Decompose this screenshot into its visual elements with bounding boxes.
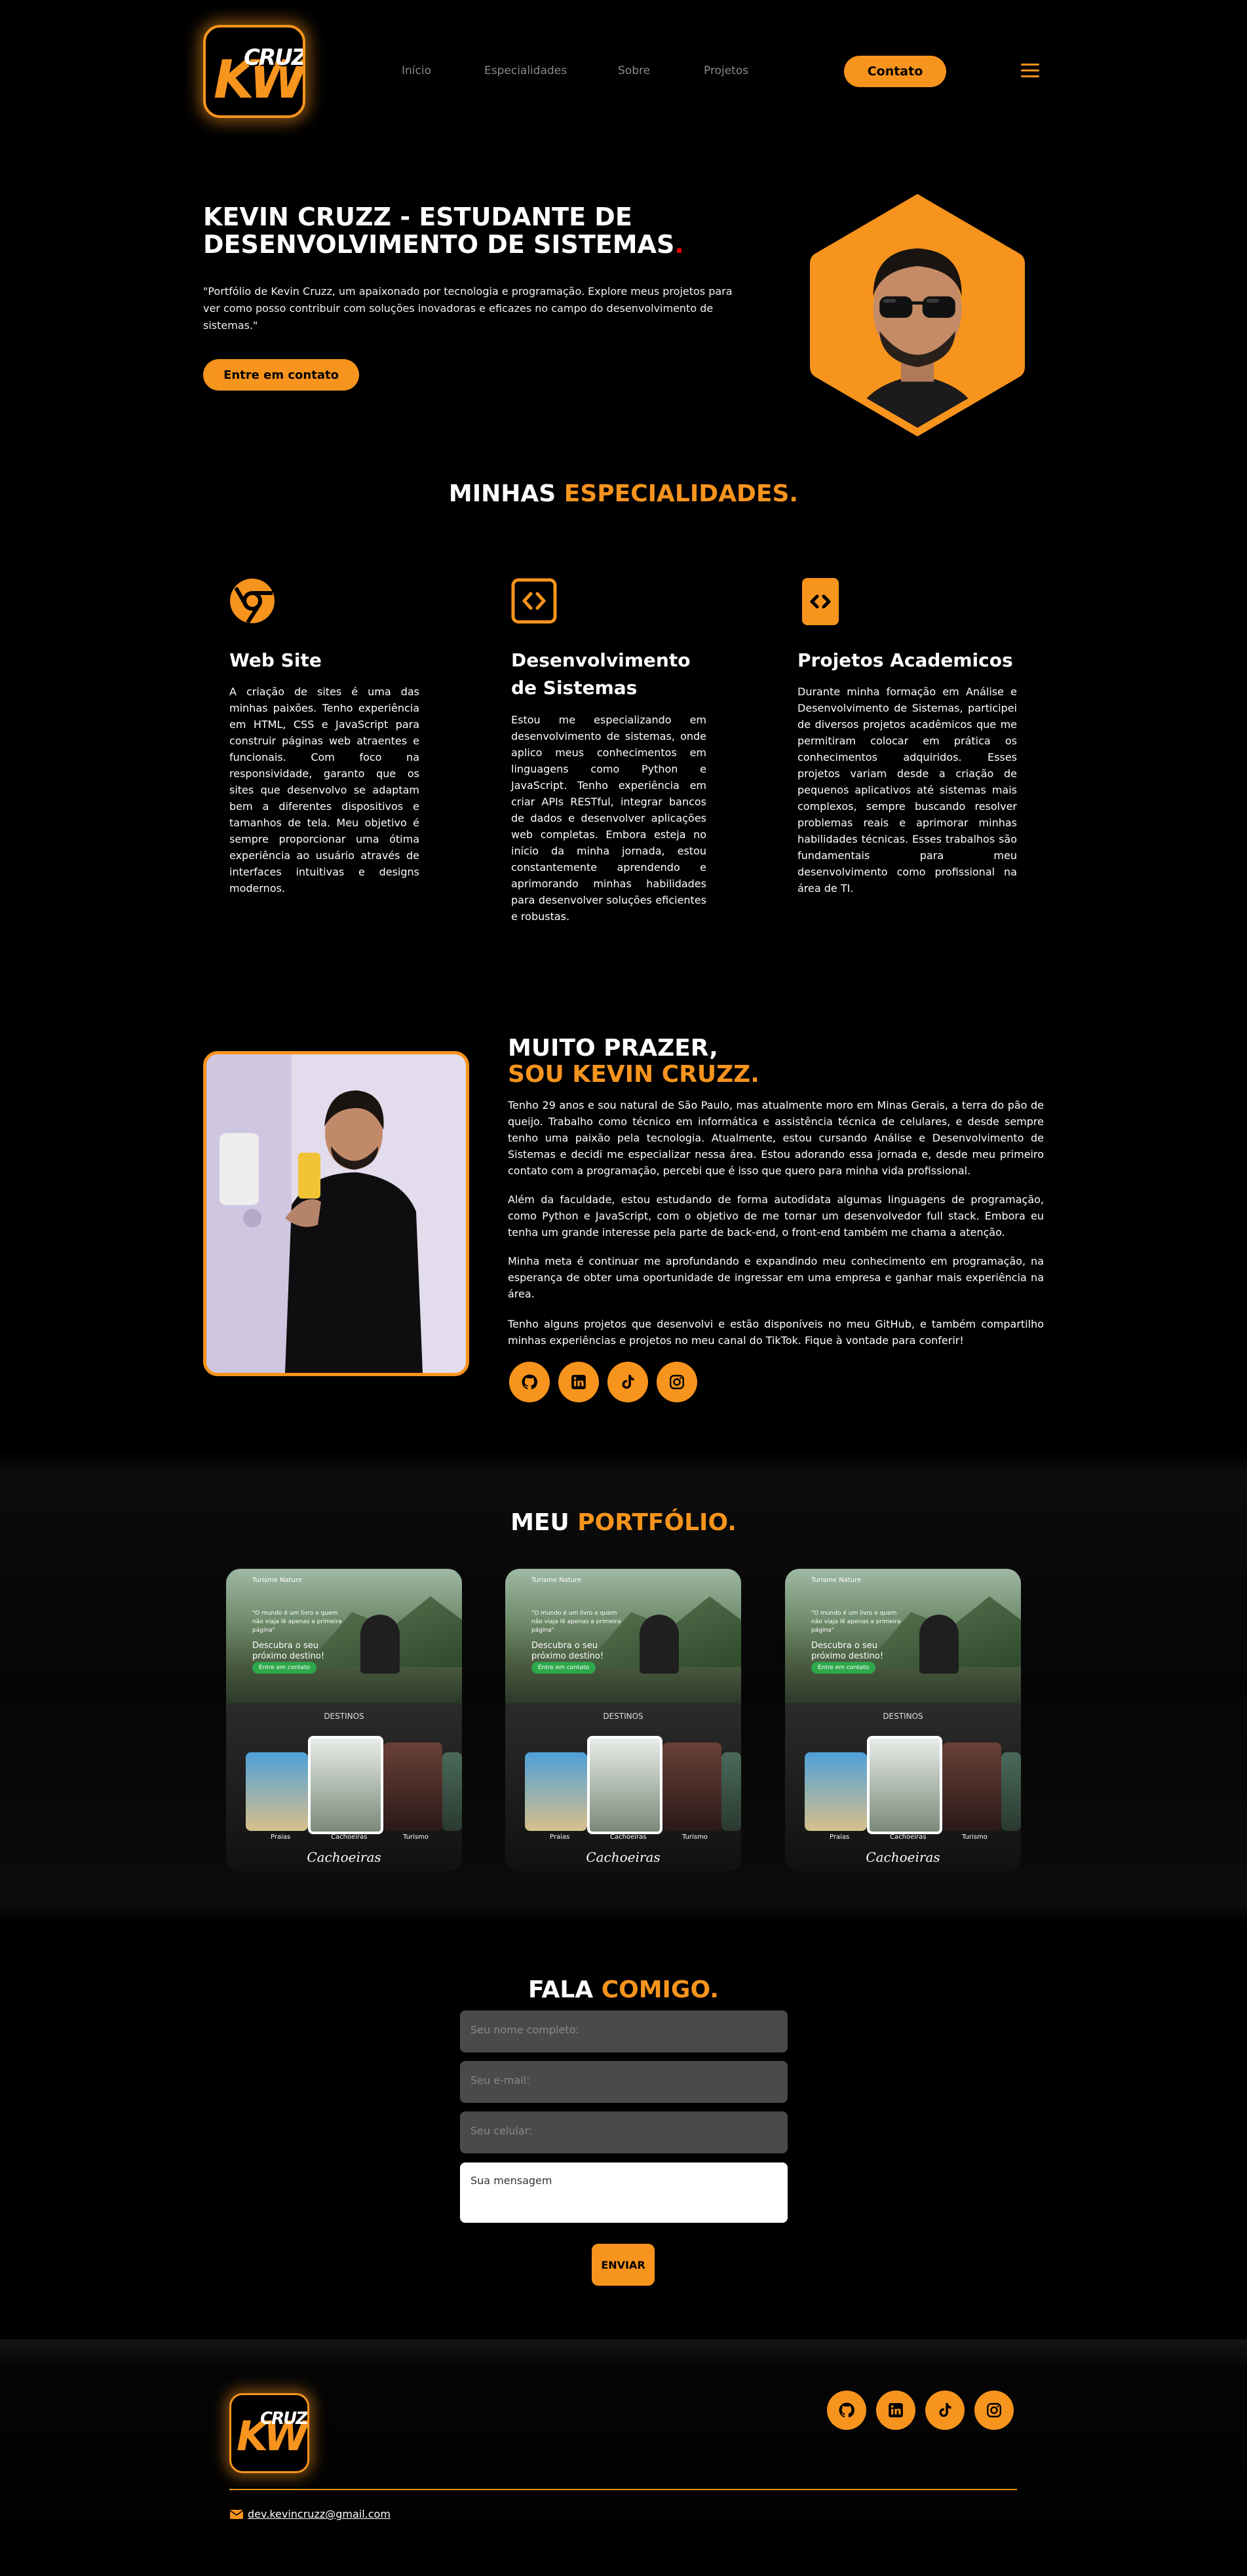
contact-nav-button[interactable]: Contato xyxy=(844,56,946,87)
footer-divider xyxy=(229,2489,1017,2490)
tiktok-icon xyxy=(622,1375,634,1389)
portfolio-card[interactable]: Turisme Nature "O mundo é um livro e que… xyxy=(226,1569,462,1872)
card-brand: Turisme Nature xyxy=(531,1577,582,1584)
site-logo[interactable]: KW CRUZZ xyxy=(203,25,305,118)
about-tiktok-button[interactable] xyxy=(607,1362,648,1402)
code-icon xyxy=(511,578,557,624)
footer-logo[interactable]: KW CRUZZ xyxy=(229,2393,309,2473)
hero-title-line2: DESENVOLVIMENTO DE SISTEMAS xyxy=(203,230,675,259)
card-contact-button: Entre em contato xyxy=(811,1662,875,1674)
about-github-button[interactable] xyxy=(509,1362,550,1402)
name-input[interactable]: Seu nome completo: xyxy=(460,2010,788,2052)
nav-projetos[interactable]: Projetos xyxy=(704,64,748,77)
phone-input[interactable]: Seu celular: xyxy=(460,2111,788,2153)
footer-github-button[interactable] xyxy=(827,2391,866,2430)
mail-icon xyxy=(229,2509,244,2519)
footer-logo-top-text: CRUZZ xyxy=(260,2409,307,2429)
specialty-title-web-site: Web Site xyxy=(229,649,322,671)
about-title-line1: MUITO PRAZER, xyxy=(508,1035,718,1062)
hero-contact-button[interactable]: Entre em contato xyxy=(203,359,359,391)
about-title: MUITO PRAZER, SOU KEVIN CRUZZ. xyxy=(508,1035,759,1088)
card-section-label: DESTINOS xyxy=(883,1712,923,1721)
email-input[interactable]: Seu e-mail: xyxy=(460,2061,788,2103)
github-icon xyxy=(522,1374,538,1389)
github-icon xyxy=(839,2402,855,2417)
hero-title: KEVIN CRUZZ - ESTUDANTE DE DESENVOLVIMEN… xyxy=(203,203,701,258)
specialty-title-academicos: Projetos Academicos xyxy=(797,649,1013,671)
specialty-text-academicos: Durante minha formação em Análise e Dese… xyxy=(797,685,1017,894)
card-contact-button: Entre em contato xyxy=(252,1662,317,1674)
linkedin-icon xyxy=(571,1375,586,1389)
portfolio-card[interactable]: Turisme Nature "O mundo é um livro e que… xyxy=(785,1569,1021,1872)
card-script-title: Cachoeiras xyxy=(586,1849,661,1865)
hero-title-dot: . xyxy=(674,230,684,259)
card-quote: "O mundo é um livro e quem não viaja lê … xyxy=(811,1610,901,1634)
card-section-label: DESTINOS xyxy=(603,1712,643,1721)
about-paragraph-3: Minha meta é continuar me aprofundando e… xyxy=(508,1255,1044,1300)
about-instagram-button[interactable] xyxy=(657,1362,697,1402)
card-heading: Descubra o seu próximo destino! xyxy=(531,1641,604,1661)
about-paragraph-4: Tenho alguns projetos que desenvolvi e e… xyxy=(508,1318,1044,1347)
chrome-icon xyxy=(230,579,275,624)
footer-tiktok-button[interactable] xyxy=(925,2391,965,2430)
about-paragraph-1: Tenho 29 anos e sou natural de São Paulo… xyxy=(508,1099,1044,1177)
footer-email-link[interactable]: dev.kevincruzz@gmail.com xyxy=(229,2508,391,2520)
code-square-icon xyxy=(802,578,839,625)
hero-profile-photo xyxy=(810,194,1025,436)
tiktok-icon xyxy=(939,2403,951,2417)
instagram-icon xyxy=(670,1375,684,1389)
about-profile-photo xyxy=(203,1051,469,1376)
send-button[interactable]: ENVIAR xyxy=(592,2244,655,2286)
portfolio-title: MEU PORTFÓLIO. xyxy=(510,1509,737,1536)
hamburger-menu-icon[interactable] xyxy=(1021,64,1039,78)
footer xyxy=(0,2339,1247,2576)
instagram-icon xyxy=(987,2403,1001,2417)
footer-linkedin-button[interactable] xyxy=(876,2391,915,2430)
about-paragraph-2: Além da faculdade, estou estudando de fo… xyxy=(508,1193,1044,1239)
about-linkedin-button[interactable] xyxy=(558,1362,599,1402)
message-textarea[interactable]: Sua mensagem xyxy=(460,2163,788,2223)
hero-description: "Portfólio de Kevin Cruzz, um apaixonado… xyxy=(203,285,733,332)
card-heading: Descubra o seu próximo destino! xyxy=(811,1641,884,1661)
footer-instagram-button[interactable] xyxy=(974,2391,1014,2430)
card-quote: "O mundo é um livro e quem não viaja lê … xyxy=(252,1610,342,1634)
about-title-line2: SOU KEVIN CRUZZ. xyxy=(508,1061,759,1088)
hero-title-line1: KEVIN CRUZZ - ESTUDANTE DE xyxy=(203,202,632,231)
specialties-title: MINHAS ESPECIALIDADES. xyxy=(448,480,799,507)
card-heading: Descubra o seu próximo destino! xyxy=(252,1641,325,1661)
specialty-title-sistemas: Desenvolvimento de Sistemas xyxy=(511,649,691,699)
card-contact-button: Entre em contato xyxy=(531,1662,596,1674)
card-script-title: Cachoeiras xyxy=(307,1849,381,1865)
nav-especialidades[interactable]: Especialidades xyxy=(484,64,567,77)
linkedin-icon xyxy=(889,2403,903,2417)
nav-sobre[interactable]: Sobre xyxy=(618,64,650,77)
portfolio-card[interactable]: Turisme Nature "O mundo é um livro e que… xyxy=(505,1569,741,1872)
nav-inicio[interactable]: Início xyxy=(402,64,431,77)
card-brand: Turisme Nature xyxy=(811,1577,862,1584)
footer-email-text: dev.kevincruzz@gmail.com xyxy=(248,2508,391,2520)
logo-top-text: CRUZZ xyxy=(244,45,305,71)
card-script-title: Cachoeiras xyxy=(866,1849,940,1865)
card-brand: Turisme Nature xyxy=(252,1577,303,1584)
card-section-label: DESTINOS xyxy=(324,1712,364,1721)
contact-title: FALA COMIGO. xyxy=(528,1976,719,2003)
specialty-text-sistemas: Estou me especializando em desenvolvimen… xyxy=(511,714,706,923)
card-quote: "O mundo é um livro e quem não viaja lê … xyxy=(531,1610,621,1634)
specialty-text-web-site: A criação de sites é uma das minhas paix… xyxy=(229,685,419,894)
